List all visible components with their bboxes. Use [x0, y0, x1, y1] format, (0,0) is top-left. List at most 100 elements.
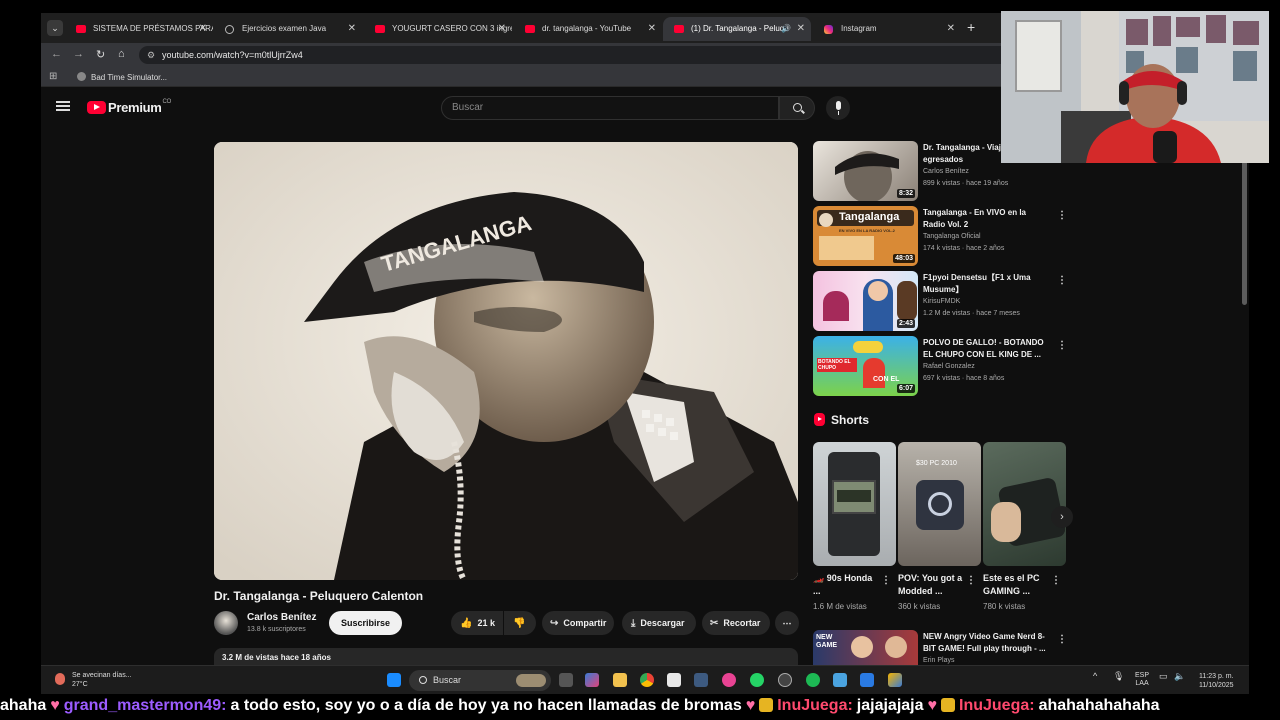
scrollbar-thumb[interactable] [1242, 160, 1247, 305]
address-bar[interactable]: ⚙ youtube.com/watch?v=m0tlUjrrZw4 [139, 46, 1009, 64]
video-thumbnail[interactable]: 2:43 [813, 271, 918, 331]
close-icon[interactable]: ✕ [797, 17, 805, 41]
short-title[interactable]: 🏎️ 90s Honda ... [813, 572, 881, 598]
apps-grid-icon[interactable]: ⊞ [49, 71, 57, 82]
dislike-button[interactable]: 👎 [504, 611, 536, 635]
logo-text: Premium [108, 100, 162, 115]
channel-name[interactable]: Rafael Gonzalez [923, 363, 975, 370]
more-options-icon[interactable]: ⋮ [1051, 575, 1061, 586]
more-options-icon[interactable]: ⋮ [966, 575, 976, 586]
browser-tab[interactable]: SISTEMA DE PRÉSTAMOS PARA ✕ [65, 17, 213, 41]
channel-avatar[interactable] [214, 611, 238, 635]
video-thumbnail[interactable]: 8:32 [813, 141, 918, 201]
file-explorer-icon[interactable] [613, 673, 627, 687]
short-thumbnail[interactable] [983, 442, 1066, 566]
page-scrollbar[interactable] [1240, 130, 1249, 665]
app-icon[interactable] [888, 673, 902, 687]
task-view-icon[interactable] [559, 673, 573, 687]
more-options-icon[interactable]: ⋮ [1057, 634, 1067, 645]
reload-icon[interactable]: ↻ [96, 48, 105, 61]
youtube-logo-icon [87, 101, 106, 114]
more-options-icon[interactable]: ⋮ [1057, 210, 1067, 221]
bookmark-item[interactable]: Bad Time Simulator... [77, 72, 167, 82]
more-options-icon[interactable]: ⋮ [1057, 340, 1067, 351]
windows-start-icon[interactable] [387, 673, 401, 687]
app-icon[interactable] [860, 673, 874, 687]
system-clock[interactable]: 11:23 p. m. 11/10/2025 [1199, 672, 1234, 690]
channel-name[interactable]: Erin Plays [923, 657, 955, 664]
network-icon[interactable]: ▭ [1159, 672, 1168, 681]
browser-tab[interactable]: Ejercicios examen Java ✕ [214, 17, 362, 41]
browser-tab[interactable]: YOUGURT CASERO CON 3 ingre ✕ [364, 17, 512, 41]
share-button[interactable]: ↪ Compartir [542, 611, 614, 635]
channel-name[interactable]: Tangalanga Oficial [923, 233, 981, 240]
close-icon[interactable]: ✕ [947, 17, 955, 41]
video-title[interactable]: F1pyoi Densetsu【F1 x Uma Musume】 [923, 272, 1047, 296]
language-indicator[interactable]: ESP LAA [1135, 672, 1149, 688]
channel-name[interactable]: KirisuFMDK [923, 298, 960, 305]
tab-search-button[interactable]: ⌄ [47, 20, 63, 36]
like-button[interactable]: 👍 21 k [451, 611, 503, 635]
new-tab-icon[interactable]: + [967, 19, 975, 35]
store-icon[interactable] [667, 673, 681, 687]
forward-icon[interactable]: → [73, 48, 84, 60]
recommendation-item[interactable]: BOTANDO EL CHUPO CON EL 6:07 POLVO DE GA… [813, 336, 1069, 396]
recommendation-item[interactable]: Tangalanga EN VIVO EN LA RADIO VOL.2 48:… [813, 206, 1069, 266]
site-info-icon[interactable]: ⚙ [147, 46, 155, 64]
tab-label: dr. tangalanga - YouTube [542, 24, 632, 33]
channel-name[interactable]: Carlos Benítez [247, 612, 316, 623]
copilot-icon[interactable] [585, 673, 599, 687]
short-views: 360 k vistas [898, 602, 941, 611]
short-title[interactable]: POV: You got a Modded ... [898, 572, 966, 598]
home-icon[interactable]: ⌂ [118, 48, 125, 60]
chat-message: ahaha [0, 697, 47, 714]
video-meta: 1.2 M de vistas · hace 7 meses [923, 310, 1020, 317]
close-icon[interactable]: ✕ [199, 17, 207, 41]
speaker-icon[interactable]: 🔊 [781, 17, 791, 41]
browser-tab[interactable]: Instagram ✕ [813, 17, 961, 41]
search-button[interactable] [779, 96, 815, 120]
youtube-premium-logo[interactable]: PremiumCO [87, 99, 171, 115]
close-icon[interactable]: ✕ [348, 17, 356, 41]
volume-icon[interactable]: 🔈 [1174, 672, 1185, 681]
video-title[interactable]: NEW Angry Video Game Nerd 8-BIT GAME! Fu… [923, 631, 1047, 655]
more-options-icon[interactable]: ⋮ [1057, 275, 1067, 286]
whatsapp-icon[interactable] [750, 673, 764, 687]
more-actions-button[interactable]: ⋯ [775, 611, 799, 635]
voice-search-button[interactable] [826, 96, 850, 120]
obs-icon[interactable] [778, 673, 792, 687]
close-icon[interactable]: ✕ [648, 17, 656, 41]
short-thumbnail[interactable]: $30 PC 2010 [898, 442, 981, 566]
app-icon[interactable] [833, 673, 847, 687]
microphone-icon[interactable]: 🎙 [1113, 672, 1124, 681]
short-title[interactable]: Este es el PC GAMING ... [983, 572, 1051, 598]
chevron-right-icon[interactable]: › [1051, 506, 1073, 528]
close-icon[interactable]: ✕ [498, 17, 506, 41]
menu-icon[interactable] [56, 101, 70, 111]
back-icon[interactable]: ← [51, 48, 62, 60]
shorts-icon [814, 413, 825, 426]
video-title[interactable]: Tangalanga - En VIVO en la Radio Vol. 2 [923, 207, 1047, 231]
spotify-icon[interactable] [806, 673, 820, 687]
browser-tab-active[interactable]: (1) Dr. Tangalanga - Peluqu 🔊 ✕ [663, 17, 811, 41]
chrome-icon[interactable] [640, 673, 654, 687]
app-icon[interactable] [722, 673, 736, 687]
channel-name[interactable]: Carlos Benítez [923, 168, 969, 175]
youtube-icon [525, 25, 535, 33]
search-highlight-icon[interactable] [516, 674, 546, 687]
search-input[interactable]: Buscar [441, 96, 779, 120]
short-thumbnail[interactable] [813, 442, 896, 566]
subscribe-button[interactable]: Suscribirse [329, 611, 403, 635]
clip-button[interactable]: ✂ Recortar [702, 611, 770, 635]
recommendation-item[interactable]: 2:43 F1pyoi Densetsu【F1 x Uma Musume】 Ki… [813, 271, 1069, 331]
chat-message: ahahahahahaha [1038, 697, 1160, 714]
browser-tab[interactable]: dr. tangalanga - YouTube ✕ [514, 17, 662, 41]
video-thumbnail[interactable]: Tangalanga EN VIVO EN LA RADIO VOL.2 48:… [813, 206, 918, 266]
more-options-icon[interactable]: ⋮ [881, 575, 891, 586]
video-player[interactable]: TANGALANGA [214, 142, 798, 580]
video-thumbnail[interactable]: BOTANDO EL CHUPO CON EL 6:07 [813, 336, 918, 396]
video-title[interactable]: POLVO DE GALLO! - BOTANDO EL CHUPO CON E… [923, 337, 1047, 361]
download-button[interactable]: ⤓ Descargar [622, 611, 696, 635]
chevron-up-icon[interactable]: ^ [1093, 672, 1097, 681]
app-icon[interactable] [694, 673, 708, 687]
